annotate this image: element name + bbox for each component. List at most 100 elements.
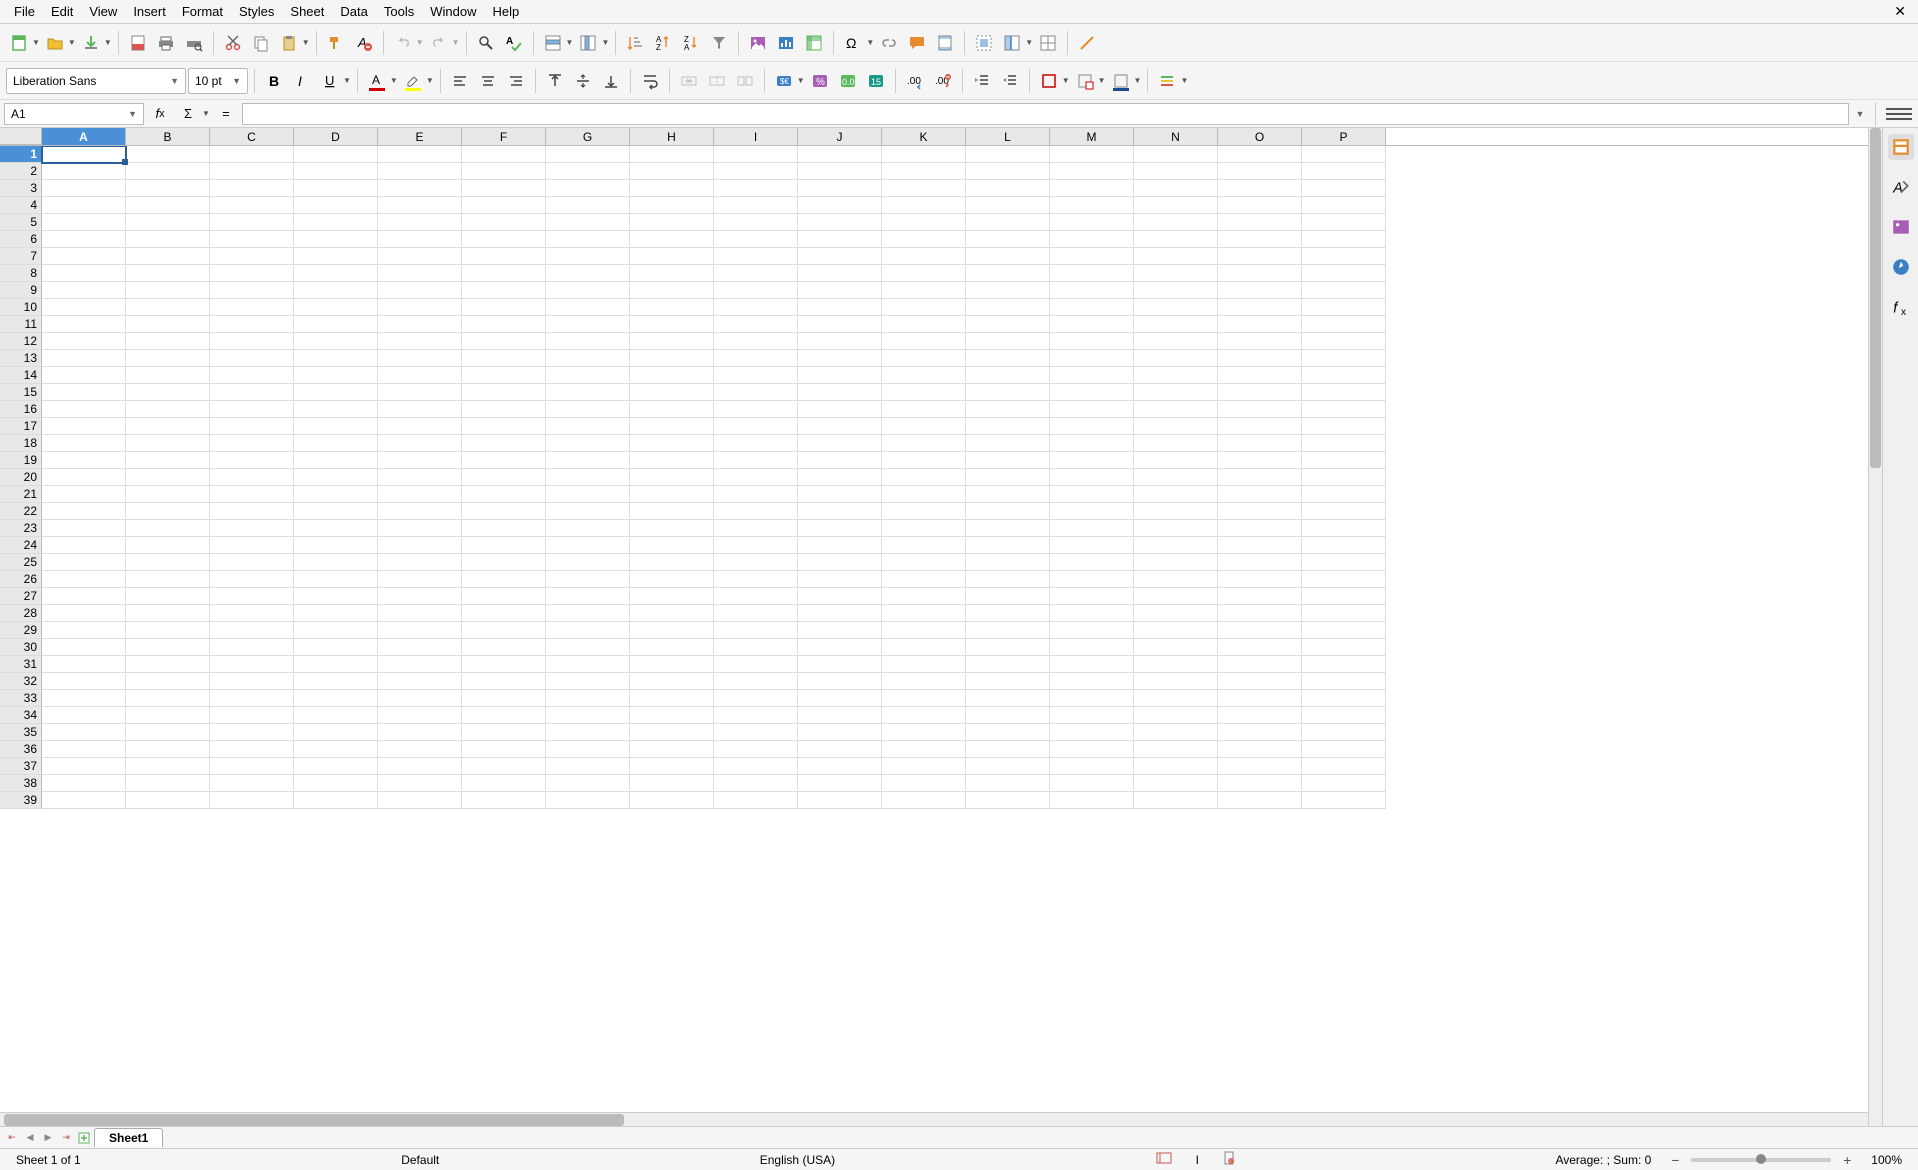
row-head-19[interactable]: 19 [0,452,42,469]
cell-H24[interactable] [630,537,714,554]
cell-C21[interactable] [210,486,294,503]
cell-A13[interactable] [42,350,126,367]
cell-J12[interactable] [798,333,882,350]
column-dropdown[interactable]: ▼ [601,38,609,47]
cell-O5[interactable] [1218,214,1302,231]
cell-J8[interactable] [798,265,882,282]
cell-C5[interactable] [210,214,294,231]
cell-D32[interactable] [294,673,378,690]
cell-K29[interactable] [882,622,966,639]
cell-A16[interactable] [42,401,126,418]
find-replace-button[interactable] [473,30,499,56]
cell-F8[interactable] [462,265,546,282]
cell-F28[interactable] [462,605,546,622]
cell-E14[interactable] [378,367,462,384]
cell-K37[interactable] [882,758,966,775]
special-char-dropdown[interactable]: ▼ [866,38,874,47]
cell-G15[interactable] [546,384,630,401]
cell-F34[interactable] [462,707,546,724]
cell-N1[interactable] [1134,146,1218,163]
cell-H31[interactable] [630,656,714,673]
cell-M20[interactable] [1050,469,1134,486]
cell-C1[interactable] [210,146,294,163]
sidebar-settings-button[interactable] [1886,103,1912,125]
cell-B15[interactable] [126,384,210,401]
cell-M10[interactable] [1050,299,1134,316]
cell-F14[interactable] [462,367,546,384]
cell-H10[interactable] [630,299,714,316]
cell-O19[interactable] [1218,452,1302,469]
cell-F27[interactable] [462,588,546,605]
cell-K35[interactable] [882,724,966,741]
cell-F2[interactable] [462,163,546,180]
menu-window[interactable]: Window [422,2,484,21]
cell-G26[interactable] [546,571,630,588]
row-head-15[interactable]: 15 [0,384,42,401]
cell-D23[interactable] [294,520,378,537]
borders-button[interactable] [1036,68,1062,94]
cell-B35[interactable] [126,724,210,741]
cell-C30[interactable] [210,639,294,656]
cell-I5[interactable] [714,214,798,231]
cell-H4[interactable] [630,197,714,214]
border-style-button[interactable] [1072,68,1098,94]
cell-H19[interactable] [630,452,714,469]
cell-M8[interactable] [1050,265,1134,282]
cell-H11[interactable] [630,316,714,333]
cell-F31[interactable] [462,656,546,673]
cell-O39[interactable] [1218,792,1302,809]
cell-C13[interactable] [210,350,294,367]
row-head-24[interactable]: 24 [0,537,42,554]
cell-J16[interactable] [798,401,882,418]
cell-J39[interactable] [798,792,882,809]
cell-P21[interactable] [1302,486,1386,503]
cell-H8[interactable] [630,265,714,282]
cell-M31[interactable] [1050,656,1134,673]
cell-B36[interactable] [126,741,210,758]
cell-I11[interactable] [714,316,798,333]
cell-F23[interactable] [462,520,546,537]
cell-K24[interactable] [882,537,966,554]
cell-O16[interactable] [1218,401,1302,418]
cell-I36[interactable] [714,741,798,758]
cut-button[interactable] [220,30,246,56]
cell-H37[interactable] [630,758,714,775]
cell-B8[interactable] [126,265,210,282]
cell-K30[interactable] [882,639,966,656]
cell-C31[interactable] [210,656,294,673]
new-dropdown[interactable]: ▼ [32,38,40,47]
clear-formatting-button[interactable]: A [351,30,377,56]
cell-O22[interactable] [1218,503,1302,520]
row-head-1[interactable]: 1 [0,146,42,163]
cell-M9[interactable] [1050,282,1134,299]
row-head-31[interactable]: 31 [0,656,42,673]
cell-E1[interactable] [378,146,462,163]
cell-D27[interactable] [294,588,378,605]
cell-K9[interactable] [882,282,966,299]
cell-E5[interactable] [378,214,462,231]
cell-O23[interactable] [1218,520,1302,537]
formula-input[interactable] [242,103,1849,125]
cell-B12[interactable] [126,333,210,350]
cell-A8[interactable] [42,265,126,282]
cell-F26[interactable] [462,571,546,588]
cell-A7[interactable] [42,248,126,265]
cell-N13[interactable] [1134,350,1218,367]
cell-P27[interactable] [1302,588,1386,605]
cell-E39[interactable] [378,792,462,809]
cell-F25[interactable] [462,554,546,571]
cell-L38[interactable] [966,775,1050,792]
cell-F16[interactable] [462,401,546,418]
cell-E20[interactable] [378,469,462,486]
tab-prev-button[interactable]: ◀ [22,1130,38,1146]
cell-E9[interactable] [378,282,462,299]
cell-M3[interactable] [1050,180,1134,197]
save-dropdown[interactable]: ▼ [104,38,112,47]
cell-J5[interactable] [798,214,882,231]
cell-L17[interactable] [966,418,1050,435]
cell-N2[interactable] [1134,163,1218,180]
cell-E18[interactable] [378,435,462,452]
cell-E22[interactable] [378,503,462,520]
add-sheet-button[interactable] [76,1130,92,1146]
cell-O14[interactable] [1218,367,1302,384]
